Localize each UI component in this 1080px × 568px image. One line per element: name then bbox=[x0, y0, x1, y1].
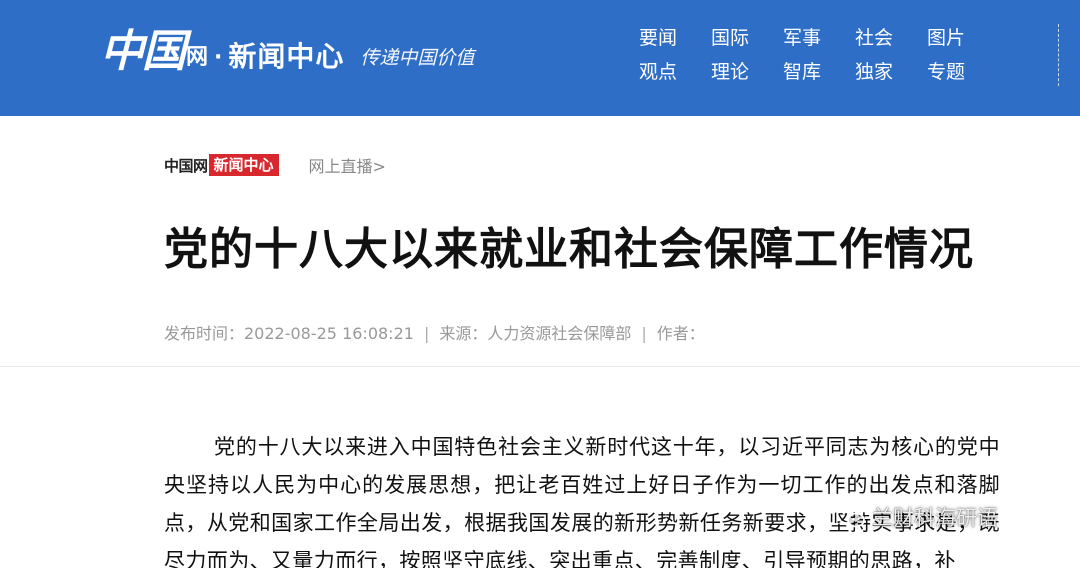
nav-link-yaowen[interactable]: 要闻 bbox=[628, 26, 688, 50]
breadcrumb-live-link[interactable]: 网上直播> bbox=[309, 153, 386, 177]
article-body-paragraph: 党的十八大以来进入中国特色社会主义新时代这十年，以习近平同志为核心的党中央坚持以… bbox=[164, 435, 1000, 568]
logo-wang: 网 bbox=[186, 45, 209, 70]
top-nav: 要闻 国际 军事 社会 图片 观点 理论 智库 独家 专题 bbox=[628, 26, 988, 84]
breadcrumb-brand[interactable]: 中国网 bbox=[164, 155, 208, 176]
site-logo[interactable]: 中国 网 · 新闻中心 传递中国价值 bbox=[100, 20, 474, 80]
nav-link-shehui[interactable]: 社会 bbox=[844, 26, 904, 50]
watermark: 兰财科海研语 bbox=[836, 502, 998, 532]
nav-link-guoji[interactable]: 国际 bbox=[700, 26, 760, 50]
article-meta: 发布时间：2022-08-25 16:08:21 | 来源：人力资源社会保障部 | 作者… bbox=[164, 320, 705, 344]
nav-link-junshi[interactable]: 军事 bbox=[772, 26, 832, 50]
nav-divider bbox=[1058, 24, 1059, 86]
nav-link-tupian[interactable]: 图片 bbox=[916, 26, 976, 50]
meta-separator: | bbox=[423, 324, 430, 343]
article-title: 党的十八大以来就业和社会保障工作情况 bbox=[164, 224, 974, 275]
watermark-text: 兰财科海研语 bbox=[872, 506, 998, 530]
logo-mark: 中国 bbox=[100, 26, 186, 77]
divider bbox=[0, 366, 1080, 367]
article-source: 来源：人力资源社会保障部 bbox=[439, 324, 632, 343]
publish-time: 发布时间：2022-08-25 16:08:21 bbox=[164, 324, 414, 343]
top-header: 中国 网 · 新闻中心 传递中国价值 要闻 国际 军事 社会 图片 观点 理论 … bbox=[0, 0, 1080, 116]
nav-link-zhuanti[interactable]: 专题 bbox=[916, 60, 976, 84]
wechat-icon bbox=[836, 506, 865, 528]
nav-link-guandian[interactable]: 观点 bbox=[628, 60, 688, 84]
article-author: 作者： bbox=[656, 324, 705, 343]
logo-section-name: 新闻中心 bbox=[228, 40, 345, 73]
breadcrumb: 中国网 新闻中心 网上直播> bbox=[164, 153, 386, 177]
meta-separator: | bbox=[641, 324, 647, 343]
nav-link-lilun[interactable]: 理论 bbox=[700, 60, 760, 84]
logo-slogan: 传递中国价值 bbox=[360, 47, 475, 69]
nav-link-zhiku[interactable]: 智库 bbox=[772, 60, 832, 84]
nav-link-dujia[interactable]: 独家 bbox=[844, 60, 904, 84]
breadcrumb-section-badge[interactable]: 新闻中心 bbox=[208, 154, 279, 176]
logo-dot: · bbox=[214, 45, 223, 70]
